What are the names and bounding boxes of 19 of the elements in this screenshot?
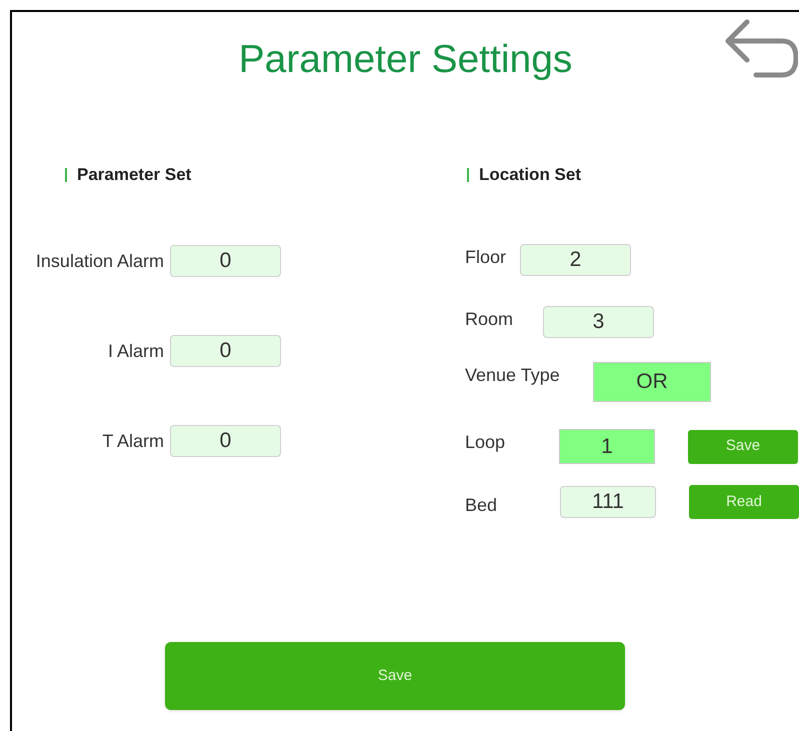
input-field[interactable]: 0 — [170, 425, 281, 457]
input-field[interactable]: 0 — [170, 335, 281, 367]
section-heading: Location Set — [479, 164, 582, 186]
input-field[interactable]: 3 — [543, 306, 654, 338]
input-field[interactable]: 2 — [520, 244, 631, 276]
input-field[interactable]: 1 — [559, 429, 655, 464]
field-label: Floor — [465, 246, 506, 269]
page-title: Parameter Settings — [238, 37, 572, 83]
input-field[interactable]: OR — [593, 362, 711, 402]
field-label: Bed — [465, 494, 498, 517]
field-label: Insulation Alarm — [36, 250, 164, 272]
field-label: Loop — [465, 431, 506, 454]
field-label: I Alarm — [108, 340, 164, 362]
field-label: Room — [465, 308, 514, 331]
field-label: Venue Type — [465, 364, 560, 387]
input-field[interactable]: 111 — [560, 486, 656, 518]
field-label: T Alarm — [102, 430, 164, 452]
section-heading: Parameter Set — [77, 164, 192, 186]
input-field[interactable]: 0 — [170, 245, 281, 277]
